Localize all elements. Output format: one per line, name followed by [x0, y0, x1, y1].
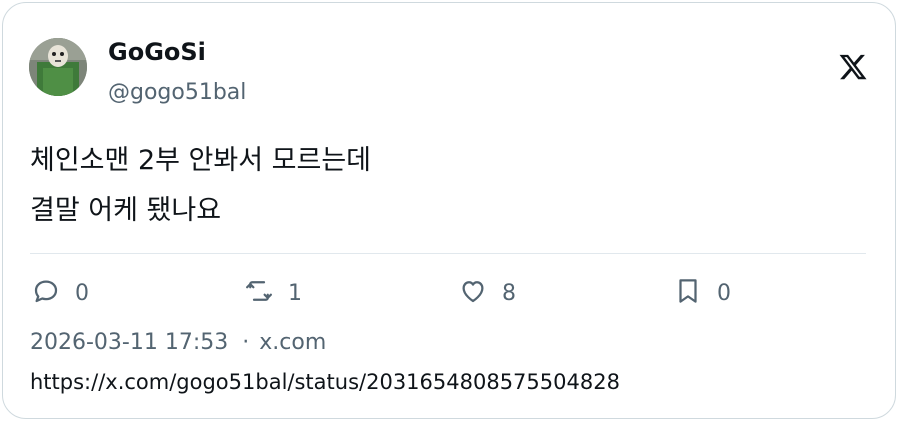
like-count: 8	[502, 280, 516, 306]
tweet-meta: 2026-03-11 17:53 · x.com	[30, 330, 326, 355]
retweet-icon	[244, 276, 274, 310]
heart-icon	[458, 276, 488, 310]
meta-separator: ·	[242, 330, 250, 355]
tweet-text: 체인소맨 2부 안봐서 모르는데 결말 어케 됐나요	[30, 145, 372, 226]
bookmark-count: 0	[717, 280, 731, 306]
source-link[interactable]: x.com	[259, 330, 326, 355]
x-logo-icon[interactable]	[838, 52, 868, 82]
reply-count: 0	[75, 280, 89, 306]
reply-icon	[31, 276, 61, 310]
reply-button[interactable]: 0	[31, 276, 89, 310]
bookmark-icon	[673, 276, 703, 310]
status-url[interactable]: https://x.com/gogo51bal/status/203165480…	[30, 370, 620, 394]
avatar[interactable]	[29, 38, 87, 96]
like-button[interactable]: 8	[458, 276, 516, 310]
display-name[interactable]: GoGoSi	[108, 38, 206, 66]
retweet-button[interactable]: 1	[244, 276, 302, 310]
bookmark-button[interactable]: 0	[673, 276, 731, 310]
timestamp[interactable]: 2026-03-11 17:53	[30, 330, 228, 355]
divider	[30, 253, 866, 254]
retweet-count: 1	[288, 280, 302, 306]
user-handle[interactable]: @gogo51bal	[108, 80, 246, 105]
